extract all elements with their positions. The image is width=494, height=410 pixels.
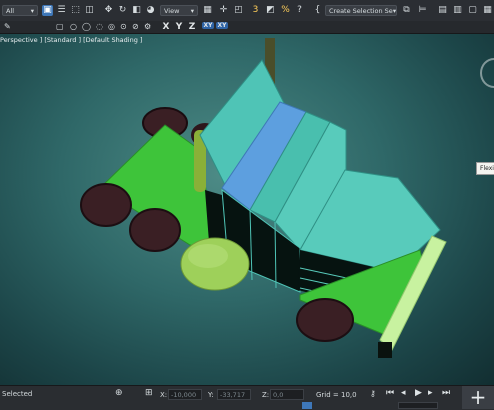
scene-canvas[interactable]: [0, 34, 494, 385]
snaps-toggle-label: 3: [252, 5, 259, 15]
key-icon[interactable]: ⚷: [370, 389, 376, 398]
schematic-view-icon[interactable]: ▦: [482, 5, 493, 16]
placement-icon[interactable]: ◕: [145, 5, 156, 16]
x-coord-label: X:: [160, 391, 168, 399]
axis-z-button[interactable]: Z: [187, 22, 197, 32]
angle-snap-icon[interactable]: ◩: [265, 5, 276, 16]
previous-frame-icon[interactable]: ◂: [401, 388, 406, 398]
perspective-viewport[interactable]: [0, 34, 494, 385]
snaps-toggle-icon[interactable]: 3: [250, 5, 261, 16]
play-icon[interactable]: ▶: [415, 388, 422, 398]
rotate-icon[interactable]: ↻: [117, 5, 128, 16]
select-manipulate-icon[interactable]: ✛: [218, 5, 229, 16]
select-by-name-icon[interactable]: ☰: [56, 5, 67, 16]
chevron-down-icon: ▾: [30, 6, 34, 15]
percent-snap-icon[interactable]: %: [280, 5, 291, 16]
viewport-navigation-plus-icon[interactable]: +: [462, 386, 494, 409]
spinner-snap-label: ?: [297, 5, 302, 15]
axis-x-button[interactable]: X: [161, 22, 171, 32]
auto-key-button[interactable]: [302, 402, 312, 409]
box-icon[interactable]: ▢: [56, 22, 64, 31]
pivot-center-icon[interactable]: ▦: [202, 5, 213, 16]
scale-icon[interactable]: ◧: [131, 5, 142, 16]
object-paint-icon[interactable]: ✎: [4, 22, 11, 31]
viewport-label[interactable]: Perspective ] [Standard ] [Default Shadi…: [0, 36, 142, 44]
axis-y-button[interactable]: Y: [174, 22, 184, 32]
y-coordinate-field[interactable]: -33,717: [217, 389, 251, 400]
axis-xy-cycle-button[interactable]: XY: [216, 22, 228, 29]
selection-filter-dropdown[interactable]: All ▾: [2, 5, 38, 16]
keyboard-shortcut-icon[interactable]: ◰: [233, 5, 244, 16]
spinner-snap-icon[interactable]: ?: [294, 5, 305, 16]
camera-icon[interactable]: ◎: [108, 22, 115, 31]
chevron-down-icon: ▾: [190, 6, 194, 15]
absolute-mode-icon[interactable]: ⊞: [145, 388, 153, 398]
front-bumper-corner: [378, 342, 392, 358]
reference-coordinate-dropdown[interactable]: View ▾: [160, 5, 198, 16]
wheel-front[interactable]: [296, 298, 354, 342]
cylinder-icon[interactable]: ◯: [82, 22, 91, 31]
sphere-icon[interactable]: ○: [70, 22, 77, 31]
align-icon[interactable]: ⊨: [417, 5, 428, 16]
x-coordinate-field[interactable]: -10,000: [168, 389, 202, 400]
wheel-rear-left-1[interactable]: [80, 183, 132, 227]
wheel-rear-left-2[interactable]: [129, 208, 181, 252]
secondary-toolbar: ✎ ▢ ○ ◯ ◌ ◎ ⊙ ⊘ ⚙ X Y Z XY XY: [0, 21, 494, 34]
layer-manager-icon[interactable]: ▤: [437, 5, 448, 16]
fuel-tank-highlight: [188, 244, 228, 268]
move-icon[interactable]: ✥: [103, 5, 114, 16]
scene-explorer-icon[interactable]: ▥: [452, 5, 463, 16]
z-coord-label: Z:: [262, 391, 270, 399]
spacewarp-icon[interactable]: ⊘: [132, 22, 139, 31]
lock-selection-icon[interactable]: ⊕: [115, 388, 123, 398]
selection-filter-value: All: [6, 6, 15, 15]
main-toolbar: All ▾ ▣ ☰ ⬚ ◫ ✥ ↻ ◧ ◕ View ▾ ▦ ✛ ◰ 3 ◩ %…: [0, 0, 494, 22]
mirror-icon[interactable]: ⧉: [401, 5, 412, 16]
z-coordinate-field[interactable]: 0,0: [270, 389, 304, 400]
frame-field[interactable]: [398, 402, 438, 409]
go-to-start-icon[interactable]: ⏮: [386, 388, 394, 398]
helper-icon[interactable]: ⊙: [120, 22, 127, 31]
named-selection-sets-dropdown[interactable]: Create Selection Se ▾: [325, 5, 397, 16]
selection-status: Selected: [2, 390, 33, 398]
next-frame-icon[interactable]: ▸: [428, 388, 433, 398]
y-coord-label: Y:: [208, 391, 214, 399]
rectangular-selection-icon[interactable]: ⬚: [70, 5, 81, 16]
named-selection-sets-value: Create Selection Se: [329, 6, 393, 15]
edit-named-selection-icon[interactable]: {: [312, 5, 323, 16]
reference-coordinate-value: View: [164, 6, 180, 15]
percent-snap-label: %: [281, 5, 290, 15]
go-to-end-icon[interactable]: ⏭: [442, 388, 450, 398]
systems-icon[interactable]: ⚙: [144, 22, 151, 31]
tooltip: Flexi: [476, 162, 494, 175]
curve-editor-icon[interactable]: ▢: [467, 5, 478, 16]
chevron-down-icon: ▾: [392, 6, 397, 15]
select-object-icon[interactable]: ▣: [42, 5, 53, 16]
light-icon[interactable]: ◌: [96, 22, 103, 31]
axis-xy-button[interactable]: XY: [202, 22, 214, 29]
grid-spacing: Grid = 10,0: [316, 391, 357, 399]
window-crossing-icon[interactable]: ◫: [84, 5, 95, 16]
